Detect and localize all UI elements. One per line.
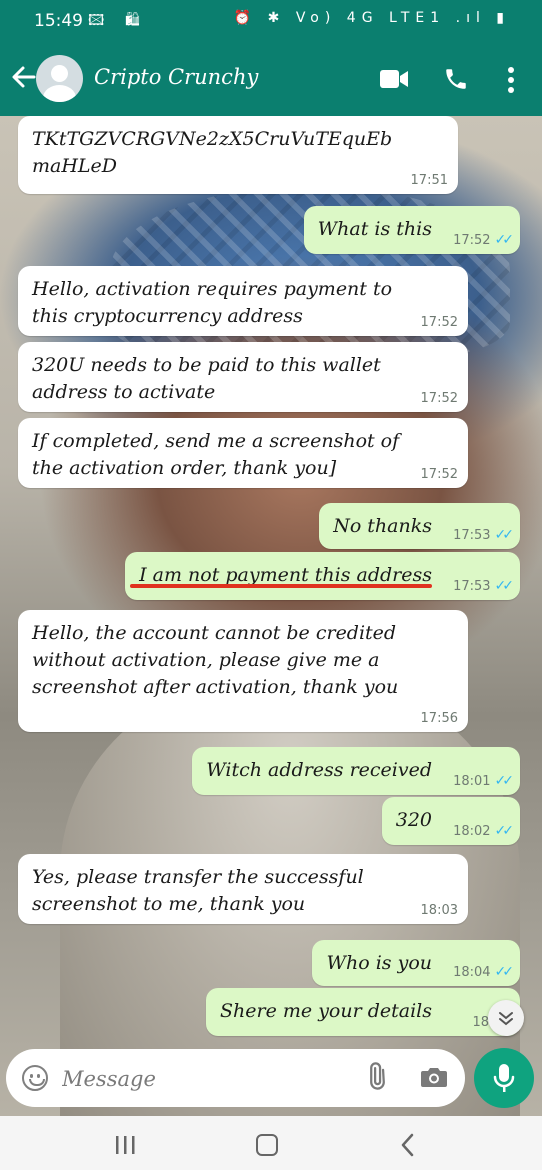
message-meta: 17:52 ✓✓ [453, 232, 515, 249]
message-time: 17:52 [420, 467, 458, 482]
scroll-down-button[interactable] [488, 1000, 524, 1036]
message-meta: 17:56 [421, 711, 458, 726]
read-receipt-icon: ✓✓ [494, 964, 515, 980]
attach-icon[interactable] [361, 1062, 391, 1092]
message-input[interactable] [60, 1059, 354, 1099]
outgoing-message[interactable]: Witch address received 18:01 ✓✓ [192, 747, 520, 795]
outgoing-message[interactable]: Shere me your details 18:04 [206, 988, 520, 1036]
message-time: 17:52 [420, 391, 458, 406]
recents-icon[interactable] [114, 1136, 136, 1154]
outgoing-message[interactable]: No thanks 17:53 ✓✓ [319, 503, 520, 549]
system-status-icons: ⏰ ✱ Vo) 4G LTE1 .ıl ▮ [233, 10, 510, 26]
outgoing-message[interactable]: I am not payment this address 17:53 ✓✓ [125, 552, 520, 600]
message-text: Shere me your details [220, 1000, 432, 1022]
message-time: 17:53 [453, 528, 491, 543]
read-receipt-icon: ✓✓ [494, 578, 515, 594]
read-receipt-icon: ✓✓ [494, 823, 515, 839]
message-time: 17:56 [420, 711, 458, 726]
message-meta: 17:51 [411, 173, 448, 188]
outgoing-message[interactable]: Who is you 18:04 ✓✓ [312, 940, 520, 986]
scroll-down-icon [499, 1012, 513, 1026]
notification-icons: 🖾 🛍 [88, 11, 148, 29]
message-meta: 17:53 ✓✓ [453, 578, 515, 595]
message-meta: 17:53 ✓✓ [453, 527, 515, 544]
more-options-icon[interactable] [505, 66, 517, 94]
outgoing-message[interactable]: What is this 17:52 ✓✓ [303, 206, 520, 254]
message-text: TKtTGZVCRGVNe2zX5CruVuTEquEbmaHLeD [32, 128, 393, 177]
message-text: Hello, activation requires payment to th… [32, 278, 393, 327]
system-nav-bar [0, 1116, 542, 1170]
incoming-message[interactable]: 320U needs to be paid to this wallet add… [18, 342, 468, 412]
message-meta: 17:52 [421, 315, 458, 330]
message-time: 17:53 [453, 579, 491, 594]
message-time: 17:51 [410, 173, 448, 188]
message-composer [6, 1049, 465, 1107]
camera-icon[interactable] [420, 1065, 448, 1089]
message-text: I am not payment this address [139, 564, 432, 586]
message-meta: 18:01 ✓✓ [453, 773, 515, 790]
contact-name[interactable]: Cripto Crunchy [94, 65, 258, 89]
avatar[interactable] [36, 55, 83, 102]
message-text: No thanks [333, 515, 432, 537]
nav-back-icon[interactable] [398, 1133, 418, 1157]
message-time: 18:02 [453, 824, 491, 839]
incoming-message[interactable]: Yes, please transfer the successful scre… [18, 854, 468, 924]
status-bar: 15:49 🖾 🛍 ⏰ ✱ Vo) 4G LTE1 .ıl ▮ [0, 0, 542, 42]
message-time: 18:04 [453, 965, 491, 980]
read-receipt-icon: ✓✓ [494, 527, 515, 543]
voice-call-icon[interactable] [443, 66, 469, 92]
home-icon[interactable] [256, 1134, 278, 1156]
outgoing-message[interactable]: 320 18:02 ✓✓ [381, 797, 520, 845]
incoming-message[interactable]: TKtTGZVCRGVNe2zX5CruVuTEquEbmaHLeD 17:51 [18, 116, 458, 194]
message-text: 320U needs to be paid to this wallet add… [32, 354, 381, 403]
message-meta: 17:52 [421, 391, 458, 406]
voice-message-button[interactable] [474, 1048, 534, 1108]
message-list[interactable]: TKtTGZVCRGVNe2zX5CruVuTEquEbmaHLeD 17:51… [0, 116, 542, 1046]
message-meta: 17:52 [421, 467, 458, 482]
read-receipt-icon: ✓✓ [494, 232, 515, 248]
message-text: Yes, please transfer the successful scre… [32, 866, 364, 915]
message-text: If completed, send me a screenshot of th… [32, 430, 400, 479]
chat-header: Cripto Crunchy [0, 42, 542, 116]
message-time: 18:01 [453, 774, 491, 789]
emoji-icon[interactable] [22, 1065, 48, 1091]
message-meta: 18:04 ✓✓ [453, 964, 515, 981]
read-receipt-icon: ✓✓ [494, 773, 515, 789]
message-time: 17:52 [453, 233, 491, 248]
mic-icon [493, 1063, 515, 1093]
incoming-message[interactable]: If completed, send me a screenshot of th… [18, 418, 468, 488]
status-time: 15:49 [34, 11, 83, 31]
message-text: Hello, the account cannot be credited wi… [32, 622, 399, 698]
message-text: 320 [395, 809, 432, 831]
incoming-message[interactable]: Hello, activation requires payment to th… [18, 266, 468, 336]
message-meta: 18:03 [421, 903, 458, 918]
message-meta: 18:02 ✓✓ [453, 823, 515, 840]
annotation-underline [130, 584, 432, 588]
video-call-icon[interactable] [380, 68, 408, 90]
message-time: 18:03 [420, 903, 458, 918]
message-text: Who is you [326, 952, 432, 974]
incoming-message[interactable]: Hello, the account cannot be credited wi… [18, 610, 468, 732]
message-text: What is this [317, 218, 432, 240]
message-time: 17:52 [420, 315, 458, 330]
message-text: Witch address received [206, 759, 432, 781]
